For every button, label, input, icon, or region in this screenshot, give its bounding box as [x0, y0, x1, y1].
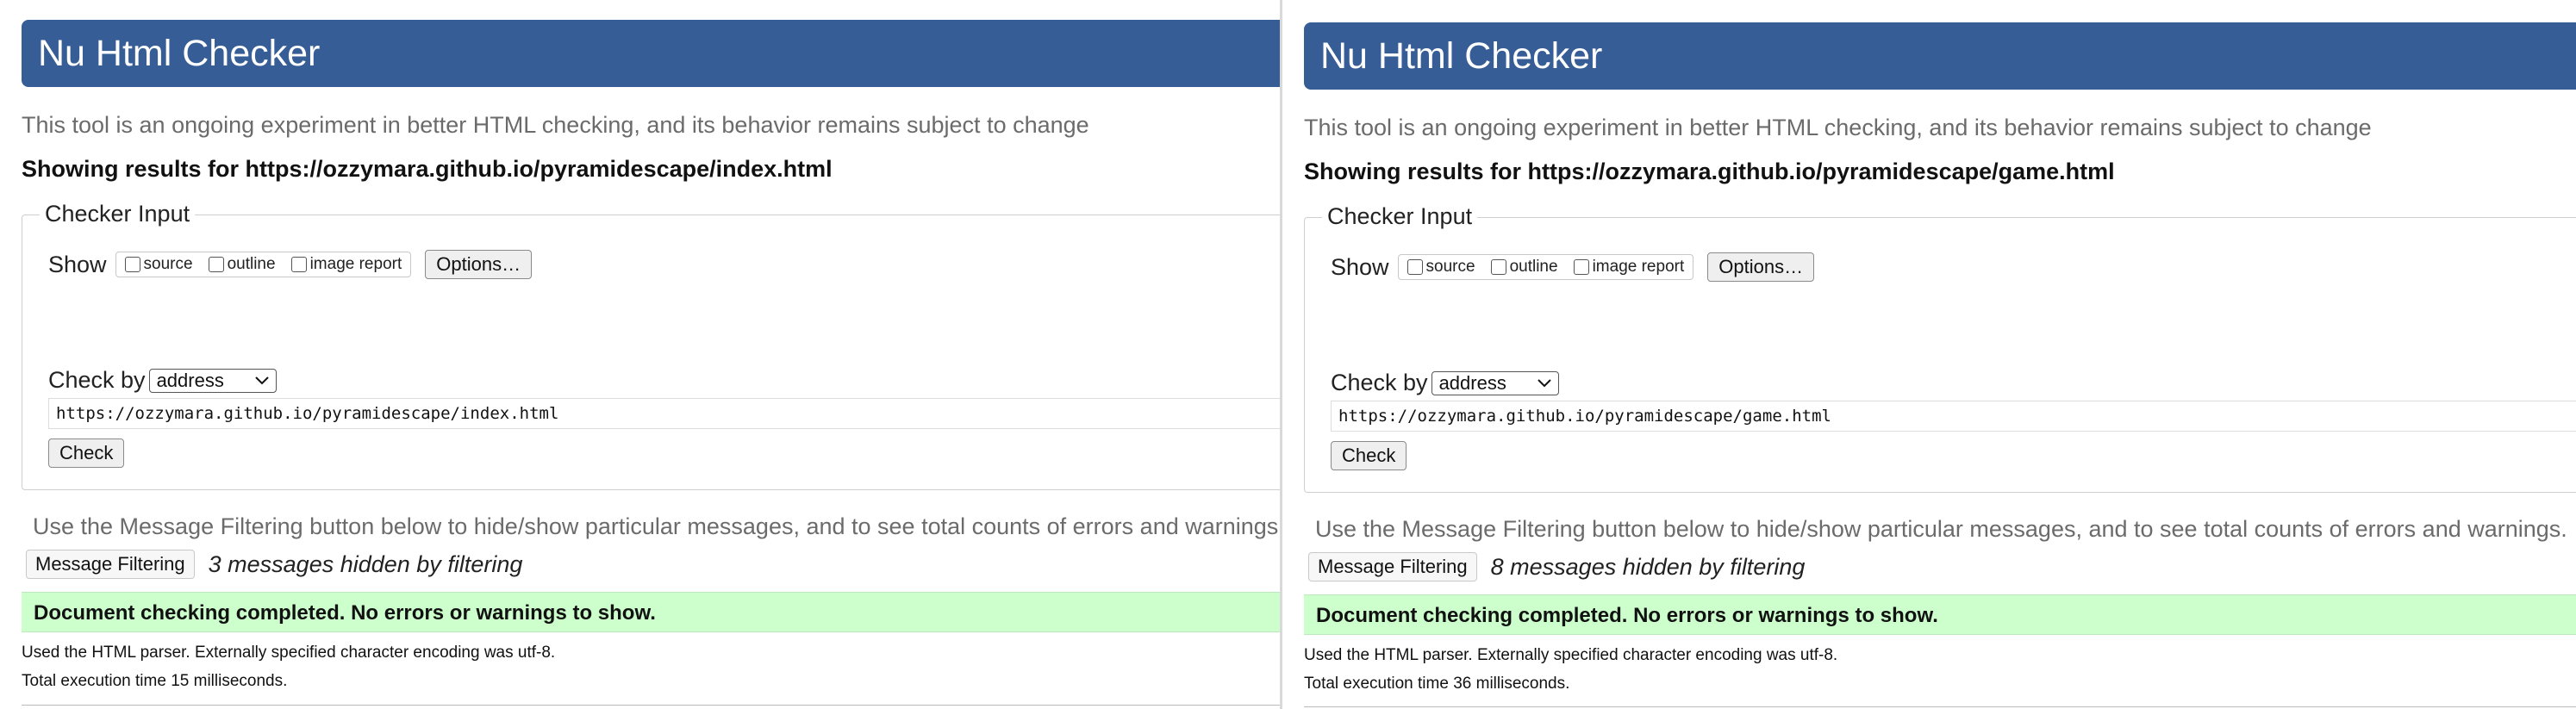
check-by-label: Check by [48, 367, 146, 393]
check-by-value: address [1438, 371, 1506, 394]
checker-window-index: Nu Html Checker This tool is an ongoing … [0, 0, 1280, 709]
options-button[interactable]: Options… [425, 250, 533, 279]
outline-label: outline [1509, 258, 1558, 276]
checker-input-fieldset: Checker Input Show source outline image … [1304, 203, 2576, 493]
check-by-value: address [156, 369, 224, 391]
results-for: Showing results for https://ozzymara.git… [22, 156, 833, 182]
outline-label: outline [227, 255, 276, 273]
source-label: source [1425, 258, 1475, 276]
image-report-checkbox[interactable] [290, 257, 307, 272]
page-title: Nu Html Checker [1304, 22, 2576, 90]
intro-text: This tool is an ongoing experiment in be… [1304, 115, 2372, 140]
checker-input-fieldset: Checker Input Show source outline image … [22, 201, 1280, 490]
show-options: source outline image report [1397, 254, 1694, 280]
execution-time: Total execution time 15 milliseconds. [22, 672, 288, 690]
show-outline-option[interactable]: outline [1490, 258, 1558, 277]
message-filtering-button[interactable]: Message Filtering [26, 550, 195, 579]
divider [1304, 706, 2576, 707]
show-label: Show [48, 251, 107, 277]
options-button[interactable]: Options… [1707, 252, 1815, 282]
parser-note: Used the HTML parser. Externally specifi… [1304, 646, 1838, 664]
results-for: Showing results for https://ozzymara.git… [1304, 159, 2115, 184]
page-title: Nu Html Checker [22, 20, 1280, 87]
success-message: Document checking completed. No errors o… [22, 592, 1280, 632]
check-button[interactable]: Check [48, 438, 125, 468]
screenshot-stage: Nu Html Checker This tool is an ongoing … [0, 0, 2576, 709]
intro-text: This tool is an ongoing experiment in be… [22, 112, 1089, 138]
chevron-down-icon [254, 376, 269, 384]
check-button[interactable]: Check [1331, 441, 1407, 470]
fieldset-legend: Checker Input [40, 201, 196, 227]
show-options: source outline image report [115, 252, 412, 277]
message-filtering-button[interactable]: Message Filtering [1308, 552, 1477, 582]
outline-checkbox[interactable] [208, 257, 224, 272]
fieldset-legend: Checker Input [1322, 203, 1478, 230]
hidden-messages-count: 3 messages hidden by filtering [208, 550, 523, 577]
image-report-checkbox[interactable] [1573, 259, 1589, 275]
hidden-messages-count: 8 messages hidden by filtering [1490, 553, 1806, 580]
check-by-select[interactable]: address [148, 368, 277, 393]
checker-window-game: Nu Html Checker This tool is an ongoing … [1280, 0, 2576, 709]
show-image-report-option[interactable]: image report [1573, 258, 1685, 277]
url-input[interactable]: https://ozzymara.github.io/pyramidescape… [1331, 401, 2576, 432]
source-label: source [143, 255, 193, 273]
filter-note: Use the Message Filtering button below t… [33, 513, 1280, 539]
url-input[interactable]: https://ozzymara.github.io/pyramidescape… [48, 398, 1280, 429]
check-by-select[interactable]: address [1431, 370, 1559, 395]
image-report-label: image report [309, 255, 402, 273]
show-label: Show [1331, 253, 1389, 280]
check-by-row: Check by address [48, 367, 277, 394]
source-checkbox[interactable] [1407, 259, 1423, 275]
parser-note: Used the HTML parser. Externally specifi… [22, 644, 556, 662]
outline-checkbox[interactable] [1490, 259, 1506, 275]
filter-note: Use the Message Filtering button below t… [1315, 516, 2567, 542]
success-message: Document checking completed. No errors o… [1304, 594, 2576, 635]
chevron-down-icon [1537, 378, 1551, 387]
image-report-label: image report [1592, 258, 1685, 276]
source-checkbox[interactable] [124, 257, 140, 272]
check-by-row: Check by address [1331, 370, 1559, 396]
show-outline-option[interactable]: outline [208, 255, 276, 274]
filter-row: Message Filtering 8 messages hidden by f… [1308, 552, 1805, 582]
divider [22, 705, 1280, 706]
show-source-option[interactable]: source [124, 255, 193, 274]
execution-time: Total execution time 36 milliseconds. [1304, 675, 1570, 693]
check-by-label: Check by [1331, 370, 1428, 395]
show-row: Show source outline image report Options… [1331, 252, 1815, 282]
filter-row: Message Filtering 3 messages hidden by f… [26, 550, 522, 579]
show-source-option[interactable]: source [1407, 258, 1475, 277]
show-image-report-option[interactable]: image report [290, 255, 402, 274]
show-row: Show source outline image report Options… [48, 250, 533, 279]
